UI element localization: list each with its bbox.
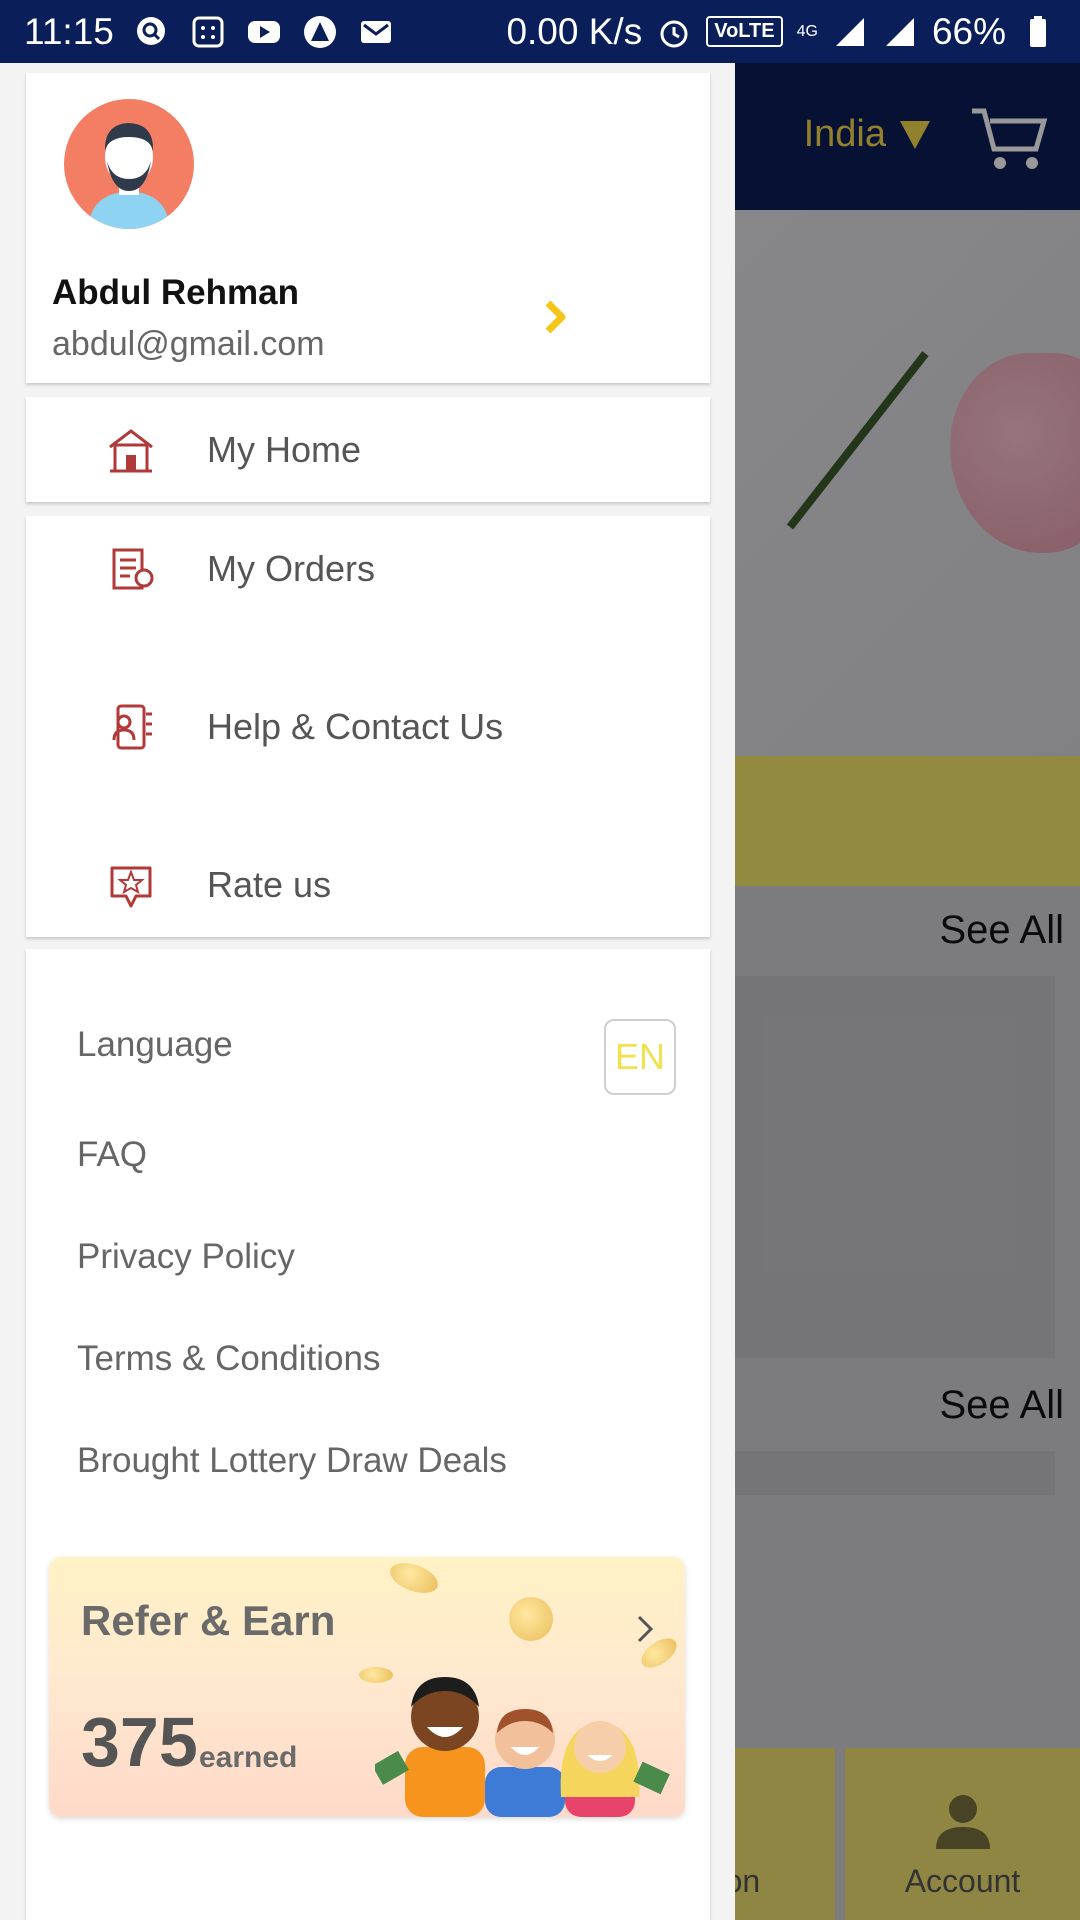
menu-label-help-contact: Help & Contact Us [207,705,504,747]
user-email: abdul@gmail.com [52,325,325,363]
network-speed: 0.00 K/s [506,10,643,52]
coin-icon [386,1557,442,1599]
status-bar: 11:15 0.00 K/s VoLTE 4G 66% [0,0,1080,63]
orders-icon [112,548,154,590]
menu-item-my-home[interactable]: My Home [26,397,710,502]
language-item[interactable]: Language [77,1025,233,1065]
terms-conditions-item[interactable]: Terms & Conditions [77,1339,380,1379]
signal-icon-2 [882,14,918,50]
menu-label-rate-us: Rate us [207,863,332,905]
chevron-right-icon[interactable] [540,297,570,337]
refer-count: 375 [81,1703,198,1781]
menu-item-rate-us[interactable]: Rate us [26,832,710,937]
friends-illustration [375,1677,670,1817]
menu-item-help-contact[interactable]: Help & Contact Us [26,674,710,779]
calculator-icon [190,14,226,50]
chevron-right-icon [637,1615,654,1643]
avatar [64,99,194,229]
menu-label-my-home: My Home [207,428,362,470]
faq-item[interactable]: FAQ [77,1135,147,1175]
language-badge[interactable]: EN [604,1019,676,1095]
privacy-policy-item[interactable]: Privacy Policy [77,1237,295,1277]
help-contact-icon [112,704,152,750]
alarm-icon [656,14,692,50]
rate-us-icon [110,866,152,908]
volte-badge: VoLTE [706,16,783,47]
network-type: 4G [796,22,818,40]
lottery-deals-item[interactable]: Brought Lottery Draw Deals [77,1441,507,1481]
settings-card: Language EN FAQ Privacy Policy Terms & C… [26,949,710,1920]
user-name: Abdul Rehman [52,273,299,312]
refer-title: Refer & Earn [81,1597,336,1644]
home-icon [109,429,153,473]
refer-earned-label: earned [199,1741,298,1774]
home-card: My Home [26,397,710,502]
search-notification-icon [134,14,170,50]
coin-icon-2 [509,1597,553,1641]
app-a-icon [302,14,338,50]
menu-label-my-orders: My Orders [207,547,376,589]
profile-card[interactable]: Abdul Rehman abdul@gmail.com [26,73,710,383]
menu-group-card: My Orders Help & Contact Us Rate us [26,516,710,937]
menu-item-my-orders[interactable]: My Orders [26,516,710,621]
battery-percent: 66% [931,10,1006,52]
youtube-icon [246,14,282,50]
gmail-icon [358,14,394,50]
refer-earn-banner[interactable]: Refer & Earn 375 earned [49,1557,685,1817]
navigation-drawer: Abdul Rehman abdul@gmail.com My Home My … [0,63,735,1920]
signal-icon [832,14,868,50]
status-time: 11:15 [24,10,114,52]
battery-icon [1020,14,1056,50]
